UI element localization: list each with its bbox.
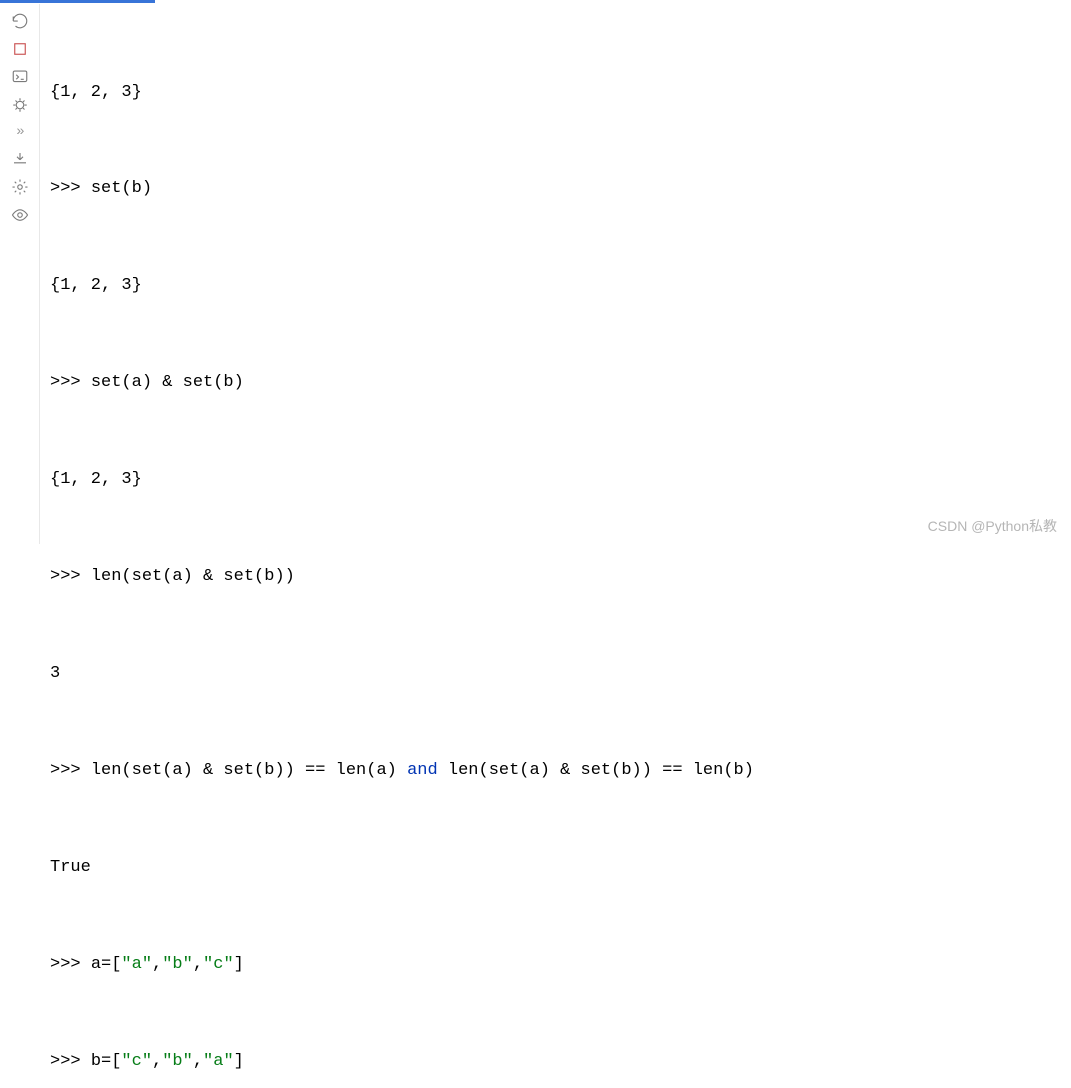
input-line: >>> set(a) & set(b): [50, 367, 1061, 399]
input-line: >>> b=["c","b","a"]: [50, 1046, 1061, 1078]
top-accent-border: [0, 0, 155, 3]
chevrons-icon[interactable]: »: [16, 124, 22, 140]
eye-icon[interactable]: [11, 206, 29, 224]
output-line: {1, 2, 3}: [50, 77, 1061, 109]
output-line: 3: [50, 658, 1061, 690]
python-console[interactable]: {1, 2, 3} >>> set(b) {1, 2, 3} >>> set(a…: [40, 4, 1071, 544]
debug-icon[interactable]: [11, 96, 29, 114]
action-gutter: »: [0, 4, 40, 544]
main-container: » {1, 2, 3} >>> set(b) {1, 2, 3} >>> set…: [0, 0, 1071, 544]
watermark-text: CSDN @Python私教: [928, 516, 1057, 536]
input-line: >>> len(set(a) & set(b)) == len(a) and l…: [50, 755, 1061, 787]
console-icon[interactable]: [11, 68, 29, 86]
stop-icon[interactable]: [11, 40, 29, 58]
input-line: >>> set(b): [50, 173, 1061, 205]
input-line: >>> a=["a","b","c"]: [50, 949, 1061, 981]
output-line: True: [50, 852, 1061, 884]
input-line: >>> len(set(a) & set(b)): [50, 561, 1061, 593]
output-line: {1, 2, 3}: [50, 270, 1061, 302]
settings-icon[interactable]: [11, 178, 29, 196]
download-icon[interactable]: [11, 150, 29, 168]
output-line: {1, 2, 3}: [50, 464, 1061, 496]
rerun-icon[interactable]: [11, 12, 29, 30]
